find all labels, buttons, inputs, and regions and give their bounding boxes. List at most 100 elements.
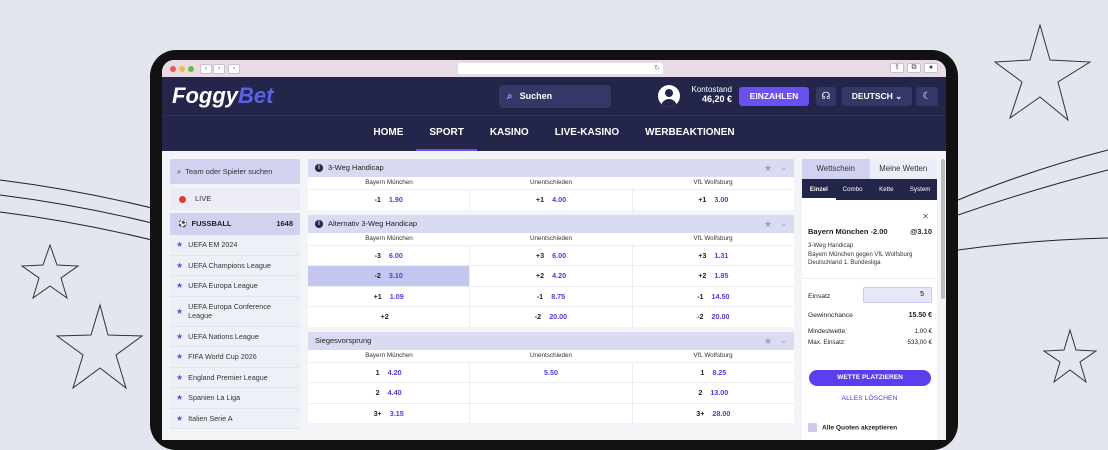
- clear-all-link[interactable]: ALLES LÖSCHEN: [802, 395, 937, 402]
- margin-value: 2: [375, 388, 380, 398]
- deposit-button[interactable]: EINZAHLEN: [739, 87, 809, 106]
- tab-system[interactable]: System: [903, 179, 937, 200]
- max-row: 533,00 € Max. Einsatz:: [808, 339, 932, 346]
- margin-value: 3+: [696, 408, 705, 418]
- odds-button[interactable]: 1 8.25: [633, 363, 794, 383]
- nav-home[interactable]: HOME: [360, 116, 416, 151]
- nav-kasino[interactable]: KASINO: [477, 116, 542, 151]
- stake-input[interactable]: 5: [863, 287, 932, 303]
- sidebar-item-league[interactable]: ★ FIFA World Cup 2026: [170, 347, 300, 368]
- balance-value: 46,20 €: [701, 94, 732, 104]
- tab-wettschein[interactable]: Wettschein: [802, 159, 870, 179]
- odds-button[interactable]: +2 4.20: [470, 266, 633, 286]
- minimize-dot-icon[interactable]: [179, 65, 185, 72]
- logo-text: Foggy: [172, 83, 238, 108]
- odds-button[interactable]: -1 8.75: [470, 286, 633, 306]
- odds-button-selected[interactable]: -2 3.10: [308, 266, 471, 286]
- reload-icon[interactable]: ↻: [654, 63, 660, 74]
- sidebar-item-live[interactable]: LIVE: [170, 188, 300, 210]
- avatar[interactable]: [658, 85, 680, 107]
- sidebar-item-league[interactable]: ★ UEFA Champions League: [170, 255, 300, 276]
- nav-werbeaktionen[interactable]: WERBEAKTIONEN: [632, 116, 747, 151]
- star-icon[interactable]: ★: [764, 332, 772, 350]
- odds-button[interactable]: -3 6.00: [308, 245, 471, 265]
- odds-button[interactable]: 2 4.40: [308, 383, 471, 403]
- info-icon[interactable]: i: [315, 219, 323, 228]
- odds-value: 4.20: [387, 367, 402, 377]
- margin-value: 1: [375, 367, 380, 377]
- team-search-input[interactable]: ⌕ Team oder Spieler suchen: [170, 159, 300, 184]
- column-header: VfL Wolfsburg: [693, 351, 733, 359]
- handicap-value: +1: [373, 291, 382, 301]
- chevron-down-icon[interactable]: ⌄: [780, 332, 787, 350]
- odds-button[interactable]: 5.50: [470, 362, 633, 382]
- odds-button[interactable]: 1 4.20: [308, 362, 471, 382]
- headset-icon[interactable]: ☊: [816, 87, 836, 106]
- odds-button[interactable]: 3+ 3.15: [308, 403, 471, 423]
- moon-icon[interactable]: ☾: [916, 87, 938, 106]
- sidebar-item-league[interactable]: ★ Italien Serie A: [170, 408, 300, 429]
- chevron-down-icon[interactable]: ⌄: [780, 159, 787, 177]
- tabs-icon[interactable]: ⧉: [907, 63, 921, 73]
- maximize-dot-icon[interactable]: [188, 65, 194, 72]
- market-header[interactable]: i Alternativ 3-Weg Handicap ★ ⌄: [308, 214, 794, 233]
- market-columns: Bayern München Unentschieden VfL Wolfsbu…: [308, 177, 794, 189]
- odds-button[interactable]: +2 1.85: [633, 266, 794, 286]
- odds-value: 5.50: [543, 367, 558, 377]
- odds-button[interactable]: +1 4.00: [470, 190, 633, 210]
- sidebar-item-league[interactable]: ★ England Premier League: [170, 367, 300, 388]
- language-select[interactable]: DEUTSCH ⌄: [842, 87, 912, 106]
- odds-row: 3+ 3.15 3+ 28.00: [308, 402, 794, 424]
- sidebar-item-league[interactable]: ★ UEFA EM 2024: [170, 235, 300, 256]
- star-icon[interactable]: ★: [764, 215, 772, 233]
- tab-combo[interactable]: Combo: [836, 179, 870, 200]
- star-icon[interactable]: ★: [764, 159, 772, 177]
- odds-button[interactable]: +1 1.09: [308, 286, 471, 306]
- search-button[interactable]: ⌕ Suchen: [499, 85, 611, 108]
- nav-sport[interactable]: SPORT: [416, 116, 477, 151]
- odds-button[interactable]: -2 20.00: [633, 307, 794, 327]
- tab-einzel[interactable]: Einzel: [802, 179, 836, 200]
- odds-button[interactable]: -2 20.00: [470, 307, 633, 327]
- odds-button[interactable]: 2 13.00: [633, 383, 794, 403]
- market-header[interactable]: Siegesvorsprung ★ ⌄: [308, 331, 794, 350]
- info-icon[interactable]: i: [315, 164, 323, 173]
- forward-icon[interactable]: ›: [213, 63, 225, 74]
- sidebar-item-league[interactable]: ★ UEFA Europa League: [170, 276, 300, 297]
- column-header: Bayern München: [365, 234, 413, 242]
- handicap-value: -1: [374, 195, 381, 205]
- scrollbar[interactable]: [941, 159, 945, 299]
- sidebar-item-league[interactable]: ★ UEFA Europa Conference League: [170, 296, 300, 327]
- odds-button[interactable]: +1 3.00: [633, 190, 794, 210]
- extensions-icon[interactable]: ●: [924, 63, 938, 73]
- bet-type-tabs: Einzel Combo Kette System: [802, 179, 937, 200]
- odds-button[interactable]: +3 1.31: [633, 246, 794, 266]
- sidebar-item-football[interactable]: ⚽ FUSSBALL 1648: [170, 213, 300, 235]
- chevron-down-icon[interactable]: ⌄: [780, 215, 787, 233]
- market-header[interactable]: i 3-Weg Handicap ★ ⌄: [308, 159, 794, 177]
- address-bar[interactable]: ↻: [458, 63, 663, 74]
- league-label: England Premier League: [188, 372, 268, 382]
- odds-button[interactable]: +2: [308, 307, 471, 327]
- logo[interactable]: FoggyBet: [172, 83, 273, 109]
- odds-button[interactable]: 3+ 28.00: [633, 404, 794, 424]
- odds-button[interactable]: +3 6.00: [470, 245, 633, 265]
- close-icon[interactable]: ✕: [922, 212, 929, 221]
- column-header: Bayern München: [365, 351, 413, 359]
- close-dot-icon[interactable]: [170, 65, 176, 72]
- odds-button[interactable]: -1 1.90: [308, 190, 471, 210]
- odds-button[interactable]: -1 14.50: [633, 287, 794, 307]
- sidebar-item-league[interactable]: ★ UEFA Nations League: [170, 326, 300, 347]
- share-icon[interactable]: ⇪: [890, 63, 904, 73]
- back-icon[interactable]: ‹: [200, 63, 212, 74]
- accept-odds-checkbox[interactable]: Alle Quoten akzeptieren: [808, 423, 897, 432]
- tab-meine-wetten[interactable]: Meine Wetten: [869, 159, 937, 179]
- slip-tabs: Wettschein Meine Wetten: [802, 159, 937, 179]
- sidebar-icon[interactable]: ▫: [228, 63, 240, 74]
- nav-live-kasino[interactable]: LIVE-KASINO: [542, 116, 632, 151]
- sidebar-item-league[interactable]: ★ Spanien La Liga: [170, 388, 300, 409]
- checkbox-icon[interactable]: [808, 423, 817, 432]
- tab-kette[interactable]: Kette: [870, 179, 904, 200]
- odds-row: +1 1.09 -1 8.75 -1 14.50: [308, 285, 794, 307]
- place-bet-button[interactable]: WETTE PLATZIEREN: [809, 370, 931, 386]
